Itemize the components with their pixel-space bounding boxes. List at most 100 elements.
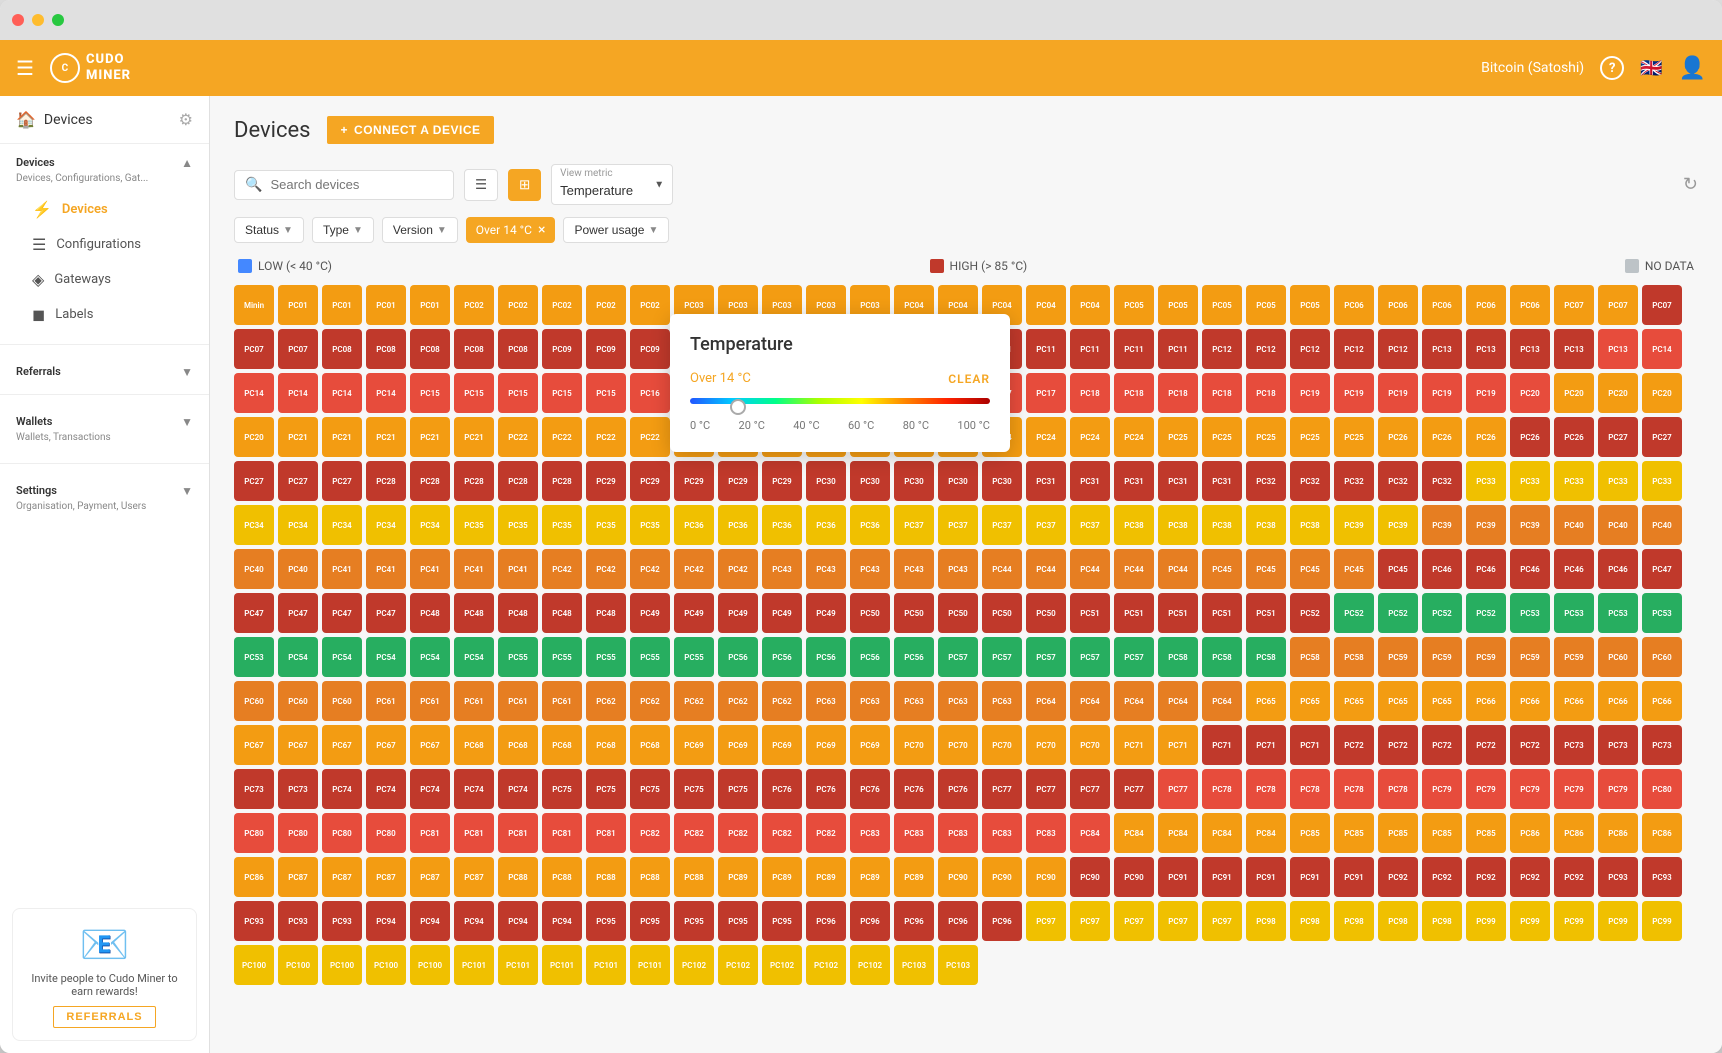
device-tile[interactable]: PC55 [498, 637, 538, 677]
device-tile[interactable]: PC89 [806, 857, 846, 897]
device-tile[interactable]: PC42 [630, 549, 670, 589]
device-tile[interactable]: PC34 [322, 505, 362, 545]
settings-gear-icon[interactable]: ⚙ [179, 110, 193, 129]
device-tile[interactable]: PC30 [982, 461, 1022, 501]
device-tile[interactable]: PC68 [630, 725, 670, 765]
device-tile[interactable]: PC50 [982, 593, 1022, 633]
close-button[interactable] [12, 14, 24, 26]
device-tile[interactable]: PC53 [1554, 593, 1594, 633]
power-usage-filter-button[interactable]: Power usage ▼ [563, 217, 669, 243]
device-tile[interactable]: PC98 [1246, 901, 1286, 941]
device-tile[interactable]: PC45 [1246, 549, 1286, 589]
device-tile[interactable]: PC31 [1026, 461, 1066, 501]
device-tile[interactable]: PC07 [1554, 285, 1594, 325]
device-tile[interactable]: PC47 [366, 593, 406, 633]
device-tile[interactable]: PC07 [1598, 285, 1638, 325]
device-tile[interactable]: PC62 [674, 681, 714, 721]
device-tile[interactable]: PC84 [1202, 813, 1242, 853]
device-tile[interactable]: PC88 [630, 857, 670, 897]
device-tile[interactable]: PC83 [1026, 813, 1066, 853]
device-tile[interactable]: PC47 [234, 593, 274, 633]
device-tile[interactable]: PC49 [718, 593, 758, 633]
device-tile[interactable]: PC26 [1554, 417, 1594, 457]
device-tile[interactable]: PC20 [1642, 373, 1682, 413]
device-tile[interactable]: PC103 [894, 945, 934, 985]
device-tile[interactable]: PC15 [498, 373, 538, 413]
device-tile[interactable]: PC61 [366, 681, 406, 721]
device-tile[interactable]: PC60 [1598, 637, 1638, 677]
device-tile[interactable]: PC29 [674, 461, 714, 501]
device-tile[interactable]: PC96 [938, 901, 978, 941]
device-tile[interactable]: PC74 [410, 769, 450, 809]
device-tile[interactable]: PC77 [1026, 769, 1066, 809]
device-tile[interactable]: PC04 [1026, 285, 1066, 325]
device-tile[interactable]: PC82 [674, 813, 714, 853]
device-tile[interactable]: PC53 [234, 637, 274, 677]
device-tile[interactable]: PC69 [674, 725, 714, 765]
device-tile[interactable]: PC39 [1422, 505, 1462, 545]
device-tile[interactable]: PC40 [1642, 505, 1682, 545]
device-tile[interactable]: PC78 [1378, 769, 1418, 809]
device-tile[interactable]: PC12 [1334, 329, 1374, 369]
device-tile[interactable]: PC85 [1422, 813, 1462, 853]
device-tile[interactable]: PC93 [1642, 857, 1682, 897]
device-tile[interactable]: PC71 [1158, 725, 1198, 765]
device-tile[interactable]: PC63 [806, 681, 846, 721]
device-tile[interactable]: PC37 [938, 505, 978, 545]
device-tile[interactable]: PC11 [1070, 329, 1110, 369]
device-tile[interactable]: PC54 [410, 637, 450, 677]
device-tile[interactable]: PC14 [1642, 329, 1682, 369]
clear-filter-icon[interactable]: × [538, 222, 545, 238]
device-tile[interactable]: PC93 [322, 901, 362, 941]
device-tile[interactable]: PC61 [410, 681, 450, 721]
device-tile[interactable]: PC87 [322, 857, 362, 897]
device-tile[interactable]: PC26 [1422, 417, 1462, 457]
device-tile[interactable]: PC94 [454, 901, 494, 941]
device-tile[interactable]: PC64 [1114, 681, 1154, 721]
device-tile[interactable]: PC48 [454, 593, 494, 633]
device-tile[interactable]: PC18 [1246, 373, 1286, 413]
flag-icon[interactable]: 🇬🇧 [1640, 58, 1662, 79]
device-tile[interactable]: PC57 [1026, 637, 1066, 677]
device-tile[interactable]: PC27 [1598, 417, 1638, 457]
device-tile[interactable]: PC36 [674, 505, 714, 545]
device-tile[interactable]: PC76 [894, 769, 934, 809]
device-tile[interactable]: PC81 [586, 813, 626, 853]
device-tile[interactable]: PC73 [1642, 725, 1682, 765]
device-tile[interactable]: PC61 [542, 681, 582, 721]
device-tile[interactable]: PC49 [762, 593, 802, 633]
sidebar-devices-header[interactable]: Devices Devices, Configurations, Gat... … [16, 156, 193, 192]
device-tile[interactable]: PC38 [1202, 505, 1242, 545]
device-tile[interactable]: PC05 [1114, 285, 1154, 325]
device-tile[interactable]: PC97 [1026, 901, 1066, 941]
view-metric-container[interactable]: View metric Temperature Power usage Hash… [551, 164, 673, 205]
device-tile[interactable]: PC79 [1510, 769, 1550, 809]
device-tile[interactable]: PC65 [1246, 681, 1286, 721]
device-tile[interactable]: PC83 [894, 813, 934, 853]
device-tile[interactable]: PC02 [630, 285, 670, 325]
device-tile[interactable]: PC89 [850, 857, 890, 897]
device-tile[interactable]: PC02 [454, 285, 494, 325]
device-tile[interactable]: PC21 [454, 417, 494, 457]
device-tile[interactable]: PC62 [630, 681, 670, 721]
device-tile[interactable]: PC39 [1510, 505, 1550, 545]
device-tile[interactable]: PC45 [1378, 549, 1418, 589]
device-tile[interactable]: PC01 [278, 285, 318, 325]
device-tile[interactable]: PC83 [982, 813, 1022, 853]
device-tile[interactable]: PC28 [498, 461, 538, 501]
device-tile[interactable]: PC81 [454, 813, 494, 853]
device-tile[interactable]: PC86 [1510, 813, 1550, 853]
device-tile[interactable]: PC73 [1598, 725, 1638, 765]
device-tile[interactable]: PC05 [1246, 285, 1286, 325]
device-tile[interactable]: PC26 [1510, 417, 1550, 457]
device-tile[interactable]: PC48 [542, 593, 582, 633]
device-tile[interactable]: PC99 [1466, 901, 1506, 941]
device-tile[interactable]: PC75 [674, 769, 714, 809]
device-tile[interactable]: PC41 [322, 549, 362, 589]
sidebar-home-item[interactable]: 🏠 Devices [16, 110, 93, 129]
device-tile[interactable]: PC67 [234, 725, 274, 765]
device-tile[interactable]: PC18 [1158, 373, 1198, 413]
device-tile[interactable]: PC12 [1378, 329, 1418, 369]
sidebar-item-labels[interactable]: ◼ Labels [16, 297, 193, 332]
device-tile[interactable]: PC52 [1422, 593, 1462, 633]
